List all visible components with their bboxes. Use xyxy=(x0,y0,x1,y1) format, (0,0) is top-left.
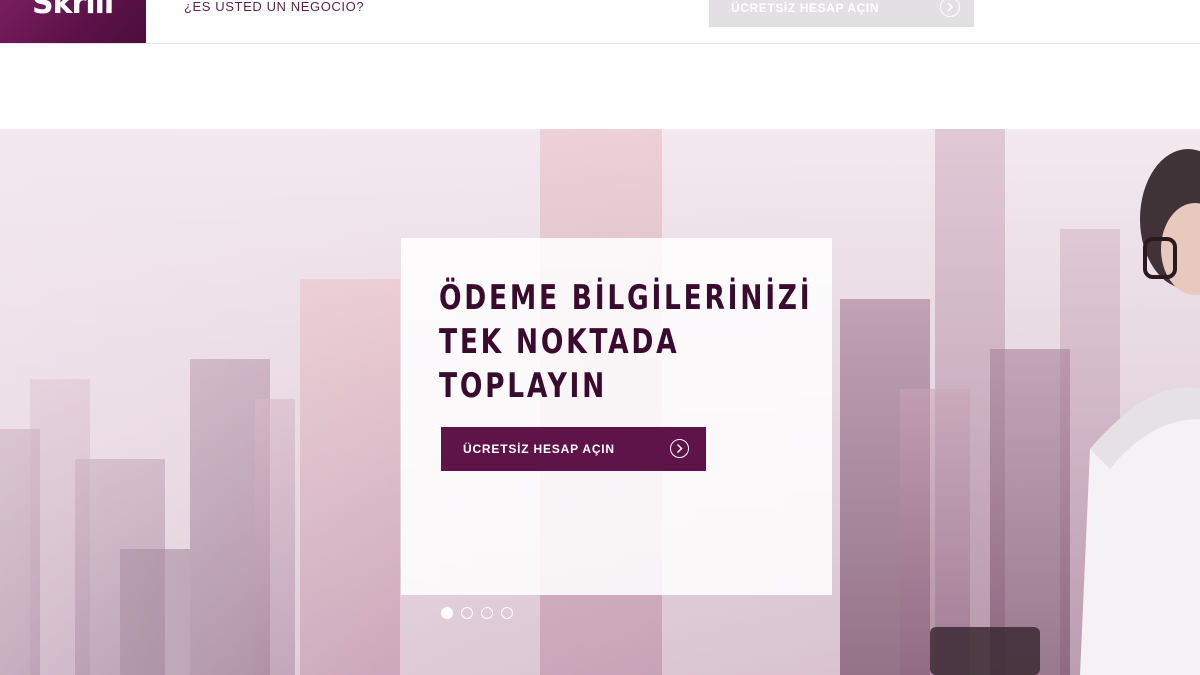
carousel-dot-3[interactable] xyxy=(481,607,493,619)
header-open-account-button[interactable]: ÜCRETSİZ HESAP AÇIN xyxy=(709,0,974,27)
business-link[interactable]: ¿ES USTED UN NEGOCIO? xyxy=(184,0,364,14)
chevron-right-circle-icon xyxy=(940,0,960,17)
skrill-logo[interactable]: Skrill xyxy=(0,0,146,43)
carousel-dot-2[interactable] xyxy=(461,607,473,619)
headline-line: TOPLAYIN xyxy=(439,366,608,406)
chevron-right-circle-icon xyxy=(670,439,689,458)
headline-line: TEK NOKTADA xyxy=(439,322,680,362)
hero-headline: ÖDEME BİLGİLERİNİZİ TEK NOKTADA TOPLAYIN xyxy=(439,276,812,408)
carousel-dot-1[interactable] xyxy=(441,607,453,619)
open-account-button[interactable]: ÜCRETSİZ HESAP AÇIN xyxy=(441,427,706,471)
carousel-pagination xyxy=(441,607,521,621)
headline-line: ÖDEME BİLGİLERİNİZİ xyxy=(439,278,813,318)
hero-card: ÖDEME BİLGİLERİNİZİ TEK NOKTADA TOPLAYIN… xyxy=(401,238,832,595)
header-open-account-label: ÜCRETSİZ HESAP AÇIN xyxy=(731,1,880,15)
site-header: Skrill ¿ES USTED UN NEGOCIO? ÜCRETSİZ HE… xyxy=(0,0,1200,44)
logo-text: Skrill xyxy=(32,0,114,21)
hero-banner: ÖDEME BİLGİLERİNİZİ TEK NOKTADA TOPLAYIN… xyxy=(0,129,1200,675)
carousel-dot-4[interactable] xyxy=(501,607,513,619)
open-account-label: ÜCRETSİZ HESAP AÇIN xyxy=(463,442,615,456)
